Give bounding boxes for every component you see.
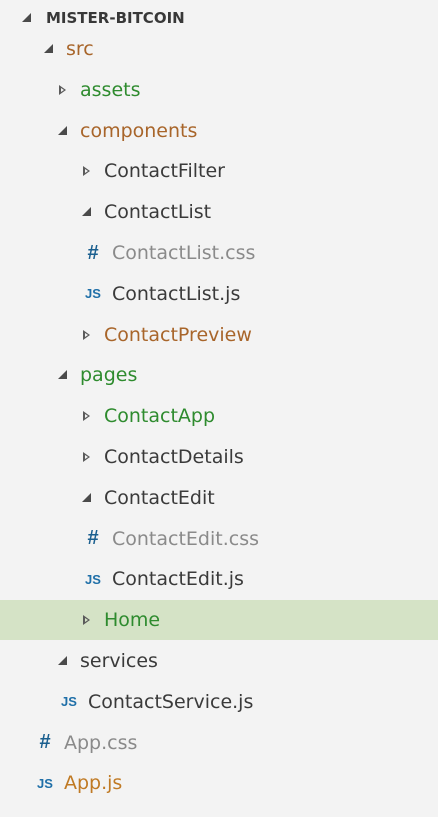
tree-item-label: ContactList.css — [112, 242, 256, 264]
tree-item-label: Home — [104, 609, 161, 632]
collapsed-chevron-icon[interactable] — [80, 327, 94, 343]
folder-contactdetails[interactable]: ContactDetails — [0, 437, 438, 477]
project-title: MISTER-BITCOIN — [46, 9, 185, 27]
tree-item-label: ContactEdit.js — [112, 568, 244, 591]
tree-item-label: ContactPreview — [104, 323, 252, 346]
expanded-chevron-icon[interactable] — [80, 204, 94, 220]
folder-pages[interactable]: pages — [0, 355, 438, 395]
tree-item-label: ContactFilter — [104, 160, 225, 183]
file-contactlist-css[interactable]: # ContactList.css — [0, 233, 438, 273]
folder-components[interactable]: components — [0, 111, 438, 151]
tree-item-label: services — [80, 650, 158, 672]
folder-assets[interactable]: assets — [0, 70, 438, 110]
css-file-icon: # — [87, 241, 99, 264]
tree-item-label: App.css — [64, 731, 138, 754]
tree-item-label: assets — [80, 78, 141, 101]
folder-contactfilter[interactable]: ContactFilter — [0, 151, 438, 191]
js-file-icon: JS — [37, 775, 53, 791]
tree-item-label: ContactApp — [104, 405, 216, 428]
expanded-chevron-icon[interactable] — [56, 653, 70, 669]
folder-contactedit[interactable]: ContactEdit — [0, 478, 438, 518]
expanded-chevron-icon — [20, 10, 34, 26]
folder-contactlist[interactable]: ContactList — [0, 192, 438, 232]
folder-contactapp[interactable]: ContactApp — [0, 396, 438, 436]
folder-home[interactable]: Home — [0, 600, 438, 641]
tree-item-label: ContactList — [104, 201, 212, 224]
tree-item-label: ContactEdit.css — [112, 527, 259, 550]
file-contactedit-js[interactable]: JS ContactEdit.js — [0, 559, 438, 599]
tree-item-label: ContactService.js — [88, 690, 254, 713]
folder-contactpreview[interactable]: ContactPreview — [0, 315, 438, 355]
tree-item-label: ContactDetails — [104, 446, 244, 468]
expanded-chevron-icon[interactable] — [56, 367, 70, 383]
collapsed-chevron-icon[interactable] — [56, 82, 70, 98]
file-contactedit-css[interactable]: # ContactEdit.css — [0, 519, 438, 559]
tree-item-label: App.js — [64, 772, 123, 795]
file-contactlist-js[interactable]: JS ContactList.js — [0, 274, 438, 314]
expanded-chevron-icon[interactable] — [56, 123, 70, 139]
collapsed-chevron-icon[interactable] — [80, 408, 94, 424]
js-file-icon: JS — [61, 694, 77, 710]
folder-services[interactable]: services — [0, 641, 438, 681]
css-file-icon: # — [87, 527, 99, 550]
expanded-chevron-icon[interactable] — [42, 41, 56, 57]
file-app-js[interactable]: JS App.js — [0, 763, 438, 803]
collapsed-chevron-icon[interactable] — [80, 612, 94, 628]
tree-item-label: pages — [80, 364, 138, 387]
tree-item-label: components — [80, 119, 198, 142]
folder-src[interactable]: src — [0, 29, 438, 69]
collapsed-chevron-icon[interactable] — [80, 163, 94, 179]
file-contactservice-js[interactable]: JS ContactService.js — [0, 682, 438, 722]
collapsed-chevron-icon[interactable] — [80, 449, 94, 465]
js-file-icon: JS — [85, 286, 101, 302]
js-file-icon: JS — [85, 571, 101, 587]
tree-item-label: ContactEdit — [104, 486, 215, 509]
tree-item-label: ContactList.js — [112, 282, 241, 305]
expanded-chevron-icon[interactable] — [80, 490, 94, 506]
tree-item-label: src — [66, 38, 94, 60]
file-explorer: MISTER-BITCOIN src assets components Contac… — [0, 0, 438, 817]
file-app-css[interactable]: # App.css — [0, 723, 438, 763]
css-file-icon: # — [39, 731, 51, 754]
